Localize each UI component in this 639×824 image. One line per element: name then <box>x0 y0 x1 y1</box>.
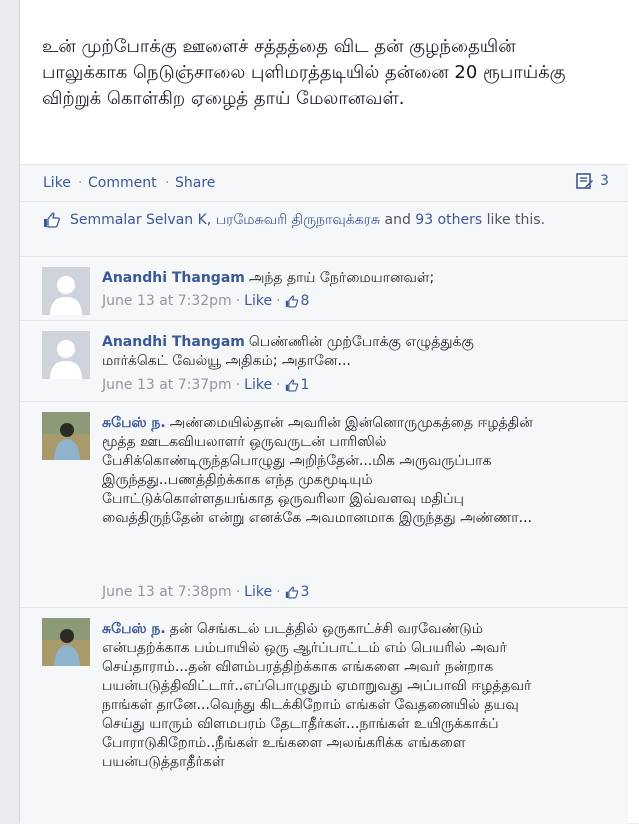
user-photo-icon <box>42 412 90 460</box>
post-actions-bar: Like · Comment · Share 3 <box>20 164 628 201</box>
comment-meta: June 13 at 7:37pm · Like · 1 <box>102 377 309 393</box>
post-text: உன் முற்போக்கு ஊளைச் சத்தத்தை விட தன் கு… <box>42 36 566 109</box>
like-count-value: 3 <box>300 584 310 600</box>
comment-body: சுபேஸ் ந. அண்மையில்தான் அவரின் இன்னொருமுக… <box>102 414 542 528</box>
comment-body: Anandhi Thangam அந்த தாய் நேர்மையானவள்; <box>102 269 542 288</box>
comment-time[interactable]: June 13 at 7:37pm <box>102 377 232 393</box>
comment-like-count[interactable]: 3 <box>285 584 310 600</box>
comment-author[interactable]: Anandhi Thangam <box>102 270 245 286</box>
avatar[interactable] <box>42 267 90 315</box>
avatar[interactable] <box>42 618 90 666</box>
likes-and: and <box>380 212 416 228</box>
comment-author[interactable]: Anandhi Thangam <box>102 334 245 350</box>
comment-body: Anandhi Thangam பெண்ணின் முற்போக்கு எழுத்… <box>102 333 542 371</box>
default-avatar-icon <box>42 331 90 379</box>
like-link[interactable]: Like <box>43 175 71 191</box>
default-avatar-icon <box>42 267 90 315</box>
likes-text: Semmalar Selvan K, பரமேசுவரி திருநாவுக்க… <box>70 210 610 231</box>
comment-like-link[interactable]: Like <box>244 584 272 600</box>
liker-link[interactable]: பரமேசுவரி திருநாவுக்கரசு <box>216 212 380 228</box>
user-photo-icon <box>42 618 90 666</box>
separator: · <box>235 584 241 600</box>
likes-comma: , <box>206 212 216 228</box>
avatar[interactable] <box>42 412 90 460</box>
comment-text: அந்த தாய் நேர்மையானவள்; <box>248 270 435 286</box>
share-count-value: 3 <box>600 173 609 189</box>
separator: · <box>235 377 241 393</box>
comment-item: சுபேஸ் ந. தன் செங்கடல் படத்தில் ஒருகாட்ச்… <box>20 607 628 824</box>
comment-meta: June 13 at 7:32pm · Like · 8 <box>102 293 309 309</box>
comment-author[interactable]: சுபேஸ் ந. <box>102 621 166 637</box>
comment-item: Anandhi Thangam பெண்ணின் முற்போக்கு எழுத்… <box>20 320 628 401</box>
likes-tail: like this. <box>482 212 546 228</box>
others-link[interactable]: 93 others <box>415 212 482 228</box>
comment-like-count[interactable]: 8 <box>285 293 310 309</box>
thumbs-up-icon <box>285 378 298 392</box>
comment-like-count[interactable]: 1 <box>285 377 310 393</box>
thumbs-up-icon <box>285 294 298 308</box>
liker-link[interactable]: Semmalar Selvan K <box>70 212 207 228</box>
share-link[interactable]: Share <box>175 175 215 191</box>
comment-time[interactable]: June 13 at 7:38pm <box>102 584 232 600</box>
comment-link[interactable]: Comment <box>88 175 157 191</box>
separator: · <box>165 175 170 191</box>
comment-like-link[interactable]: Like <box>244 293 272 309</box>
comment-meta: June 13 at 7:38pm · Like · 3 <box>102 584 309 600</box>
likes-summary: Semmalar Selvan K, பரமேசுவரி திருநாவுக்க… <box>20 201 628 256</box>
comment-text: அண்மையில்தான் அவரின் இன்னொருமுகத்தை ஈழத்… <box>102 415 533 526</box>
comment-like-link[interactable]: Like <box>244 377 272 393</box>
separator: · <box>276 584 281 600</box>
separator: · <box>78 175 83 191</box>
share-count[interactable]: 3 <box>576 173 609 189</box>
comment-text: தன் செங்கடல் படத்தில் ஒருகாட்ச்சி வரவேண்… <box>102 621 532 770</box>
comment-time[interactable]: June 13 at 7:32pm <box>102 293 232 309</box>
avatar[interactable] <box>42 331 90 379</box>
comment-author[interactable]: சுபேஸ் ந. <box>102 415 166 431</box>
like-count-value: 1 <box>300 377 310 393</box>
comment-body: சுபேஸ் ந. தன் செங்கடல் படத்தில் ஒருகாட்ச்… <box>102 620 542 772</box>
like-count-value: 8 <box>300 293 310 309</box>
separator: · <box>235 293 241 309</box>
separator: · <box>276 293 281 309</box>
separator: · <box>276 377 281 393</box>
thumbs-up-icon <box>44 212 60 228</box>
shares-icon <box>576 173 593 189</box>
thumbs-up-icon <box>285 585 298 599</box>
post-card: உன் முற்போக்கு ஊளைச் சத்தத்தை விட தன் கு… <box>19 0 639 824</box>
comment-item: சுபேஸ் ந. அண்மையில்தான் அவரின் இன்னொருமுக… <box>20 401 628 607</box>
comment-item: Anandhi Thangam அந்த தாய் நேர்மையானவள்; J… <box>20 256 628 320</box>
